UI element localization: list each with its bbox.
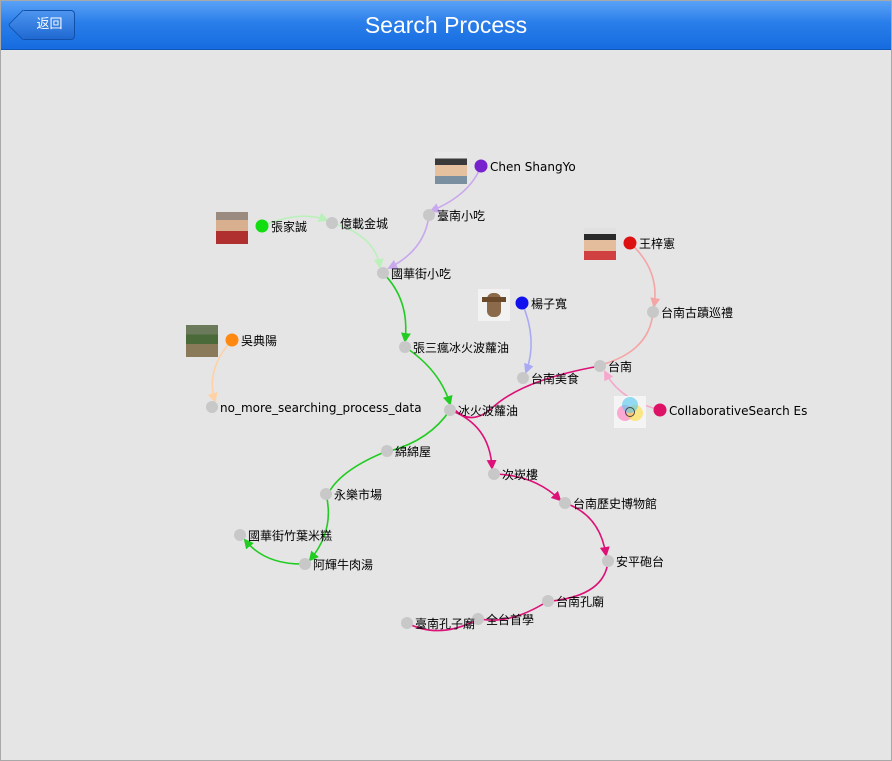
user-name-label[interactable]: Chen ShangYo: [490, 160, 576, 174]
search-node-dot[interactable]: [299, 558, 311, 570]
user-dot[interactable]: [623, 236, 637, 250]
user-dot[interactable]: [653, 403, 667, 417]
user-name-label[interactable]: 吳典陽: [241, 334, 277, 348]
search-node-dot[interactable]: [399, 341, 411, 353]
avatar-yang-zikuan: [478, 289, 510, 321]
search-node-label[interactable]: 綿綿屋: [395, 445, 431, 459]
search-node-label[interactable]: 阿輝牛肉湯: [313, 557, 373, 572]
user-name-label[interactable]: CollaborativeSearch Es: [669, 404, 807, 418]
edge-wang-to-heritage: [629, 242, 661, 308]
search-node-label[interactable]: 台南歷史博物館: [573, 496, 657, 511]
edge-yang-to-food: [521, 302, 534, 374]
edge-tainan-snacks-to-guohua: [387, 214, 430, 269]
avatar-wu-dianyang: [186, 325, 218, 357]
search-node-dot[interactable]: [542, 595, 554, 607]
search-node-dot[interactable]: [444, 404, 456, 416]
search-node-label[interactable]: 臺南孔子廟: [415, 616, 475, 631]
edge-bingho-to-cikan: [449, 409, 497, 470]
search-node-dot[interactable]: [602, 555, 614, 567]
search-node-dot[interactable]: [488, 468, 500, 480]
search-node-label[interactable]: 台南: [608, 359, 632, 374]
user-name-label[interactable]: 楊子寬: [531, 296, 567, 311]
search-node-dot[interactable]: [326, 217, 338, 229]
search-node-dot[interactable]: [206, 401, 218, 413]
graph-nodes: 臺南小吃億載金城國華街小吃張三瘋冰火波蘿油 台南古蹟巡禮台南台南美食冰火波蘿油 no…: [206, 159, 807, 631]
edge-zhangsan-to-bingho: [404, 346, 453, 406]
search-node-dot[interactable]: [517, 372, 529, 384]
search-node-dot[interactable]: [381, 445, 393, 457]
search-node-label[interactable]: 台南孔廟: [556, 594, 604, 609]
search-node-label[interactable]: no_more_searching_process_data: [220, 401, 422, 415]
search-node-dot[interactable]: [594, 360, 606, 372]
avatar-wang-zixian: [584, 228, 616, 260]
search-node-label[interactable]: 次崁樓: [502, 467, 538, 482]
edge-guohua-to-zhangsan: [382, 272, 411, 343]
search-node-label[interactable]: 台南古蹟巡禮: [661, 305, 733, 320]
search-node-dot[interactable]: [559, 497, 571, 509]
search-node-dot[interactable]: [647, 306, 659, 318]
search-node-label[interactable]: 全台首學: [486, 612, 534, 627]
search-node-label[interactable]: 臺南小吃: [437, 208, 485, 223]
search-node-label[interactable]: 億載金城: [340, 216, 388, 231]
user-dot[interactable]: [255, 219, 269, 233]
user-dot[interactable]: [515, 296, 529, 310]
user-dot[interactable]: [474, 159, 488, 173]
search-node-dot[interactable]: [423, 209, 435, 221]
avatar-zhang-jiacheng: [216, 212, 248, 244]
search-node-dot[interactable]: [377, 267, 389, 279]
search-node-dot[interactable]: [234, 529, 246, 541]
user-dot[interactable]: [225, 333, 239, 347]
search-node-label[interactable]: 安平砲台: [616, 554, 664, 569]
search-node-label[interactable]: 台南美食: [531, 371, 579, 386]
avatar-chen-shangyo: [435, 152, 467, 184]
edge-ahui-to-migao: [243, 538, 306, 565]
user-name-label[interactable]: 王梓憲: [639, 236, 675, 251]
search-process-graph: 臺南小吃億載金城國華街小吃張三瘋冰火波蘿油 台南古蹟巡禮台南台南美食冰火波蘿油 no…: [206, 159, 807, 632]
edge-yongle-to-ahui: [308, 493, 330, 562]
search-node-dot[interactable]: [320, 488, 332, 500]
user-name-label[interactable]: 張家誠: [271, 219, 307, 234]
search-node-label[interactable]: 國華街小吃: [391, 267, 451, 281]
search-node-dot[interactable]: [401, 617, 413, 629]
search-node-label[interactable]: 永樂市場: [334, 487, 382, 502]
edge-heritage-to-tainan: [603, 311, 654, 365]
search-node-label[interactable]: 冰火波蘿油: [458, 404, 518, 418]
search-node-label[interactable]: 國華街竹葉米糕: [248, 529, 332, 543]
collaborative-search-logo: [614, 396, 646, 428]
search-node-label[interactable]: 張三瘋冰火波蘿油: [413, 340, 509, 355]
